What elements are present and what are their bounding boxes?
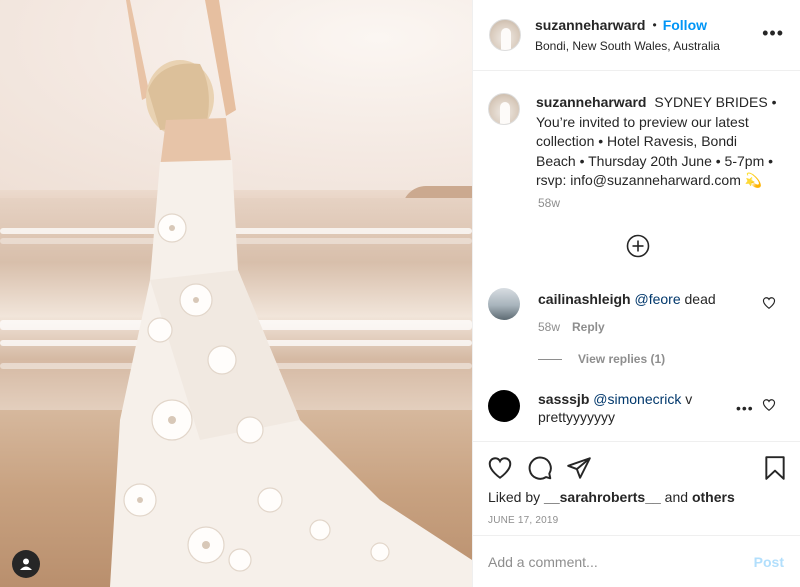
comment-mention[interactable]: @simonecrick — [593, 391, 681, 407]
bride-figure — [110, 0, 472, 587]
commenter-avatar[interactable] — [488, 390, 520, 422]
view-replies-button[interactable]: View replies (1) — [538, 352, 665, 366]
post-location[interactable]: Bondi, New South Wales, Australia — [535, 39, 720, 53]
follow-button[interactable]: Follow — [663, 17, 707, 33]
bookmark-icon[interactable] — [762, 455, 788, 481]
comment-like-heart-icon[interactable] — [762, 296, 776, 310]
comment-mention[interactable]: @feore — [634, 291, 680, 307]
comment-username[interactable]: cailinashleigh — [538, 291, 631, 307]
separator-dot: • — [652, 18, 657, 32]
comment-like-heart-icon[interactable] — [762, 398, 776, 412]
post-comment-button[interactable]: Post — [754, 554, 784, 570]
reply-button[interactable]: Reply — [572, 320, 605, 334]
add-comment-bar: Post — [472, 535, 800, 587]
comment-timestamp[interactable]: 58w — [538, 320, 560, 334]
more-options-icon[interactable]: ••• — [762, 24, 784, 42]
likes-prefix: Liked by — [488, 489, 545, 505]
likes-summary: Liked by __sarahroberts__ and others — [488, 489, 735, 505]
comment-text-block: sasssjb @simonecrick v prettyyyyyyy — [538, 390, 728, 426]
comment-text: dead — [680, 291, 716, 307]
author-avatar[interactable] — [489, 19, 521, 51]
add-circle-icon[interactable] — [626, 234, 650, 258]
comment-item: cailinashleigh @feore dead — [488, 288, 788, 320]
comment-username[interactable]: sasssjb — [538, 391, 589, 407]
post-date[interactable]: JUNE 17, 2019 — [488, 515, 558, 526]
share-icon[interactable] — [566, 455, 592, 481]
user-icon — [20, 558, 32, 570]
comment-meta: 58w Reply — [538, 320, 605, 334]
tagged-user-button[interactable] — [12, 550, 40, 578]
comment-text-block: cailinashleigh @feore dead — [538, 290, 750, 320]
comment-input[interactable] — [488, 553, 754, 570]
post-caption: suzanneharward SYDNEY BRIDES • You’re in… — [488, 93, 788, 191]
post-actions: Liked by __sarahroberts__ and others JUN… — [472, 441, 800, 535]
caption-username[interactable]: suzanneharward — [536, 94, 646, 110]
caption-avatar[interactable] — [488, 93, 520, 125]
liked-by-user[interactable]: __sarahroberts__ — [544, 489, 661, 505]
author-username[interactable]: suzanneharward — [535, 17, 645, 33]
commenter-avatar[interactable] — [488, 288, 520, 320]
replies-line — [538, 358, 562, 360]
post-photo[interactable] — [0, 0, 472, 587]
caption-text-block: suzanneharward SYDNEY BRIDES • You’re in… — [536, 93, 778, 191]
likes-joiner: and — [660, 489, 692, 505]
view-replies-label: View replies (1) — [578, 352, 666, 366]
comment-more-icon[interactable]: ••• — [736, 400, 754, 416]
heart-icon[interactable] — [487, 455, 513, 481]
likes-others-link[interactable]: others — [692, 489, 735, 505]
caption-timestamp[interactable]: 58w — [538, 196, 560, 210]
post-header: suzanneharward • Follow Bondi, New South… — [473, 0, 800, 71]
comment-icon[interactable] — [527, 455, 553, 481]
